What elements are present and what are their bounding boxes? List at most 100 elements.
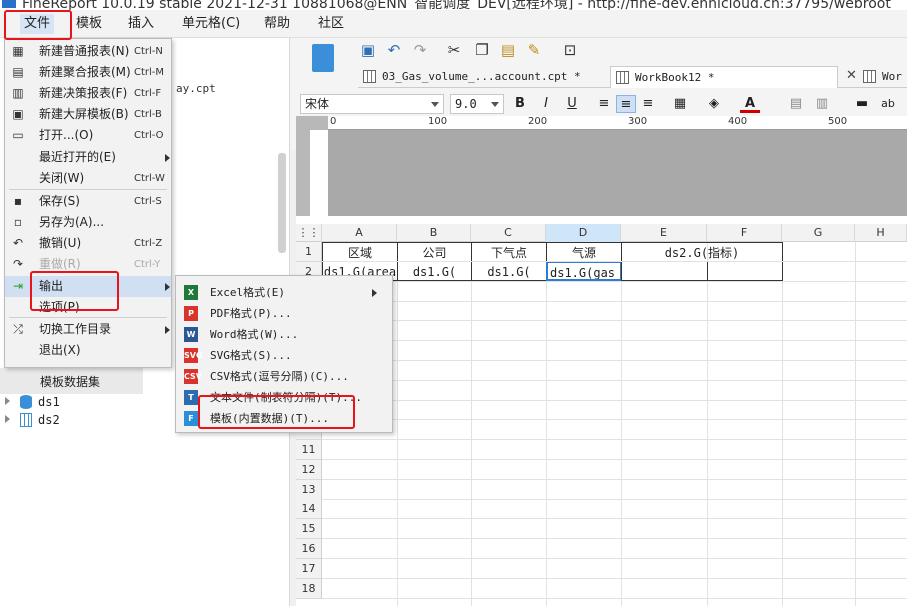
file-menu-item[interactable]: ▭ 打开...(O) Ctrl-O [5,125,171,146]
column-header-a[interactable]: A [322,224,397,242]
redo-icon[interactable]: ↷ [412,42,428,58]
copy-icon[interactable]: ❐ [474,42,490,58]
font-family-select[interactable]: 宋体 [300,94,444,114]
align-left-icon[interactable]: ≡ [594,95,614,113]
export-menu-item[interactable]: P PDF格式(P)... [176,303,392,324]
expand-icon[interactable] [5,415,10,423]
format-brush-icon[interactable]: ✎ [526,42,542,58]
cell-e1[interactable]: ds2.G(指标) [621,242,783,262]
italic-icon[interactable]: I [536,95,556,113]
align-center-icon[interactable]: ≡ [616,95,636,113]
preview-icon[interactable]: ⊡ [562,42,578,58]
export-menu-item[interactable]: W Word格式(W)... [176,324,392,345]
row-header[interactable]: 1 [296,242,322,262]
column-header-f[interactable]: F [707,224,782,242]
cell-b2[interactable]: ds1.G( [397,261,472,281]
cell-c2[interactable]: ds1.G( [471,261,547,281]
cell-d2[interactable]: ds1.G(gas_ [546,261,622,281]
align-right-icon[interactable]: ≡ [638,95,658,113]
cell-c1[interactable]: 下气点 [471,242,547,262]
text-file-icon: T [184,390,198,405]
menu-item-label: 保存(S) [39,194,80,208]
menu-item-label: SVG格式(S)... [210,349,292,362]
row-header[interactable]: 13 [296,479,322,500]
cell-a1[interactable]: 区域 [322,242,398,262]
file-menu-item[interactable]: 退出(X) [5,340,171,361]
font-color-icon[interactable]: A [740,95,760,113]
row-header[interactable]: 11 [296,440,322,460]
ruler-tick: 100 [428,116,448,127]
column-header-d[interactable]: D [546,224,621,242]
row-header[interactable]: 12 [296,459,322,480]
file-menu-item[interactable]: ▫ 另存为(A)... [5,212,171,233]
file-menu-item[interactable]: ⤮ 切换工作目录 [5,319,171,340]
file-menu-item[interactable]: 关闭(W) Ctrl-W [5,168,171,189]
font-size-value: 9.0 [455,97,477,111]
paste-icon[interactable]: ▤ [500,42,516,58]
expand-icon[interactable] [5,397,10,405]
file-menu-item[interactable]: ↶ 撤销(U) Ctrl-Z [5,233,171,254]
select-all-corner[interactable]: ⋮⋮ [296,224,322,242]
column-header-g[interactable]: G [782,224,855,242]
template-file-item[interactable]: ay.cpt [176,82,216,95]
dataset-item-ds1[interactable]: ds1 [0,394,140,412]
menu-cell[interactable]: 单元格(C) [178,14,244,34]
cell-d1[interactable]: 气源 [546,242,622,262]
text-direction-icon[interactable]: ab [878,95,898,113]
export-menu-item[interactable]: X Excel格式(E) [176,282,392,303]
merge-cells-icon[interactable]: ▤ [786,95,806,113]
file-menu-item[interactable]: ▪ 保存(S) Ctrl-S [5,191,171,212]
column-header-b[interactable]: B [397,224,471,242]
row-header[interactable]: 14 [296,499,322,520]
cell-e2[interactable] [621,261,708,281]
column-header-e[interactable]: E [621,224,707,242]
underline-icon[interactable]: U [562,95,582,113]
row-header[interactable]: 18 [296,578,322,599]
export-menu-item[interactable]: CSV CSV格式(逗号分隔)(C)... [176,366,392,387]
split-cells-icon[interactable]: ▥ [812,95,832,113]
template-designer-icon[interactable] [312,44,334,72]
switch-icon: ⤮ [13,322,23,336]
ruler-tick: 200 [528,116,548,127]
file-menu-item[interactable]: ▤ 新建聚合报表(M) Ctrl-M [5,62,171,83]
file-menu-item[interactable]: 最近打开的(E) [5,147,171,168]
row-header[interactable]: 17 [296,558,322,579]
file-menu-item[interactable]: ▥ 新建决策报表(F) Ctrl-F [5,83,171,104]
font-size-select[interactable]: 9.0 [450,94,504,114]
menu-community[interactable]: 社区 [314,14,348,34]
bold-icon[interactable]: B [510,95,530,113]
file-menu-item[interactable]: ▣ 新建大屏模板(B) Ctrl-B [5,104,171,125]
grid-line [322,459,907,460]
menu-item-label: PDF格式(P)... [210,307,292,320]
cut-icon[interactable]: ✂ [446,42,462,58]
export-menu-item[interactable]: SVG SVG格式(S)... [176,345,392,366]
grid-line [397,242,398,606]
column-header-h[interactable]: H [855,224,907,242]
table-icon [20,413,32,427]
fill-color-icon[interactable]: ◈ [704,95,724,113]
column-header-c[interactable]: C [471,224,546,242]
row-header[interactable]: 15 [296,519,322,540]
cell-b1[interactable]: 公司 [397,242,472,262]
title-bar: FineReport 10.0.19 stable 2021-12-31 108… [0,0,907,10]
tab-gas-volume[interactable]: 03_Gas_volume_...account.cpt * [358,66,608,88]
wrap-text-icon[interactable]: ▬ [852,95,872,113]
grid-line [322,379,907,381]
left-panel-scrollbar[interactable] [278,153,286,253]
undo-icon[interactable]: ↶ [386,42,402,58]
save-icon[interactable]: ▣ [360,42,376,58]
menu-insert[interactable]: 插入 [124,14,158,34]
border-icon[interactable]: ▦ [670,95,690,113]
cell-f2[interactable] [707,261,783,281]
close-tab-icon[interactable]: ✕ [846,68,857,83]
menu-help[interactable]: 帮助 [260,14,294,34]
tab-workbook-next[interactable]: Wor [858,66,907,88]
file-menu-item[interactable]: ▦ 新建普通报表(N) Ctrl-N [5,41,171,62]
undo-icon: ↶ [12,236,24,250]
submenu-arrow-icon [165,154,170,162]
tab-workbook12[interactable]: WorkBook12 * [610,66,838,88]
menu-item-label: 新建决策报表(F) [39,86,128,100]
row-header[interactable]: 16 [296,539,322,559]
dataset-item-ds2[interactable]: ds2 [0,412,140,430]
menu-template[interactable]: 模板 [72,14,106,34]
